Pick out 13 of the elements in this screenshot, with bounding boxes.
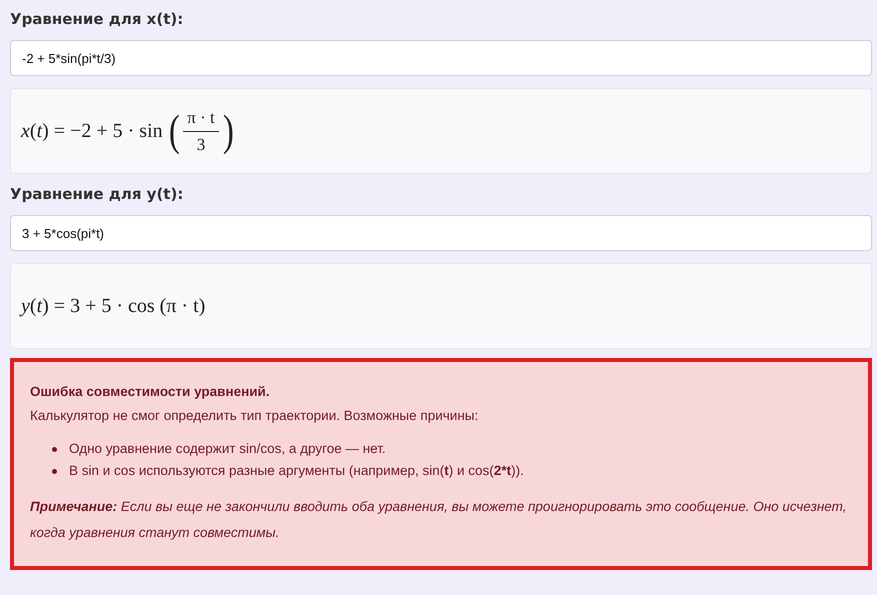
error-title: Ошибка совместимости уравнений.	[30, 383, 271, 401]
error-text: Калькулятор не смог определить тип траектории. Возможные причины:	[30, 407, 480, 425]
note-text: Примечание: Если вы еще не закончили вводить оба уравнения, вы можете проигнорировать это сообщение. Оно исчезнет, когда уравнения станут совместимы.	[30, 498, 848, 542]
field-label: Уравнение для y(t):	[10, 184, 184, 204]
equation-field[interactable]: 3 + 5*cos(pi*t)	[10, 215, 872, 251]
reason-text: В sin и cos используются разные аргументы (например, sin(t) и cos(2*t)).	[69, 462, 524, 480]
formula-text: x(t) = −2 + 5 · sin	[21, 119, 163, 144]
field-label: Уравнение для x(t):	[10, 9, 184, 29]
formula-text: y(t) = 3 + 5 · cos (π · t)	[21, 294, 206, 319]
equation-field[interactable]: -2 + 5*sin(pi*t/3)	[10, 40, 872, 76]
bullet-icon	[52, 468, 57, 474]
bullet-icon	[52, 446, 57, 452]
reason-text: Одно уравнение содержит sin/cos, а другое — нет.	[69, 440, 386, 458]
